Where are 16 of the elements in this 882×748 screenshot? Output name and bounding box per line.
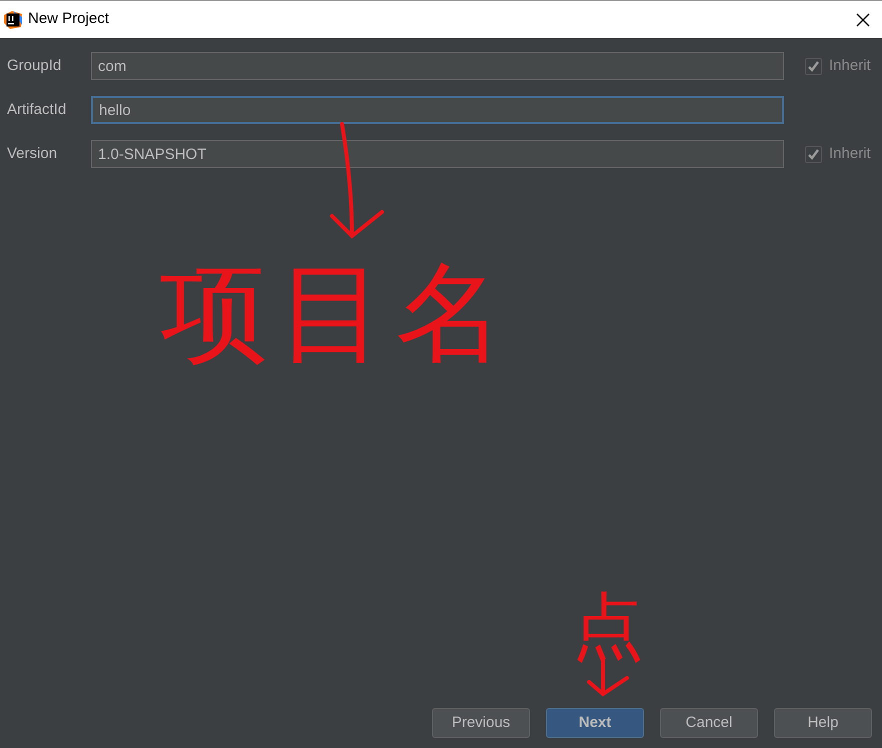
dialog-button[interactable]: Help: [774, 708, 872, 738]
dialog-button[interactable]: Cancel: [660, 708, 758, 738]
window-title: New Project: [28, 9, 109, 30]
checkbox-label: Inherit: [829, 144, 871, 164]
field-label: ArtifactId: [7, 100, 68, 120]
handwritten-note: 项目名: [160, 260, 514, 368]
dialog-button[interactable]: Previous: [432, 708, 530, 738]
text-field[interactable]: com: [91, 52, 784, 80]
checkbox-label: Inherit: [829, 56, 871, 76]
text-field[interactable]: 1.0-SNAPSHOT: [91, 140, 784, 168]
field-label: GroupId: [7, 56, 62, 76]
text-field[interactable]: hello: [91, 96, 784, 124]
handwritten-note: 点: [572, 590, 644, 662]
next-button[interactable]: Next: [546, 708, 644, 738]
field-label: Version: [7, 144, 58, 164]
app-icon: [4, 10, 22, 28]
